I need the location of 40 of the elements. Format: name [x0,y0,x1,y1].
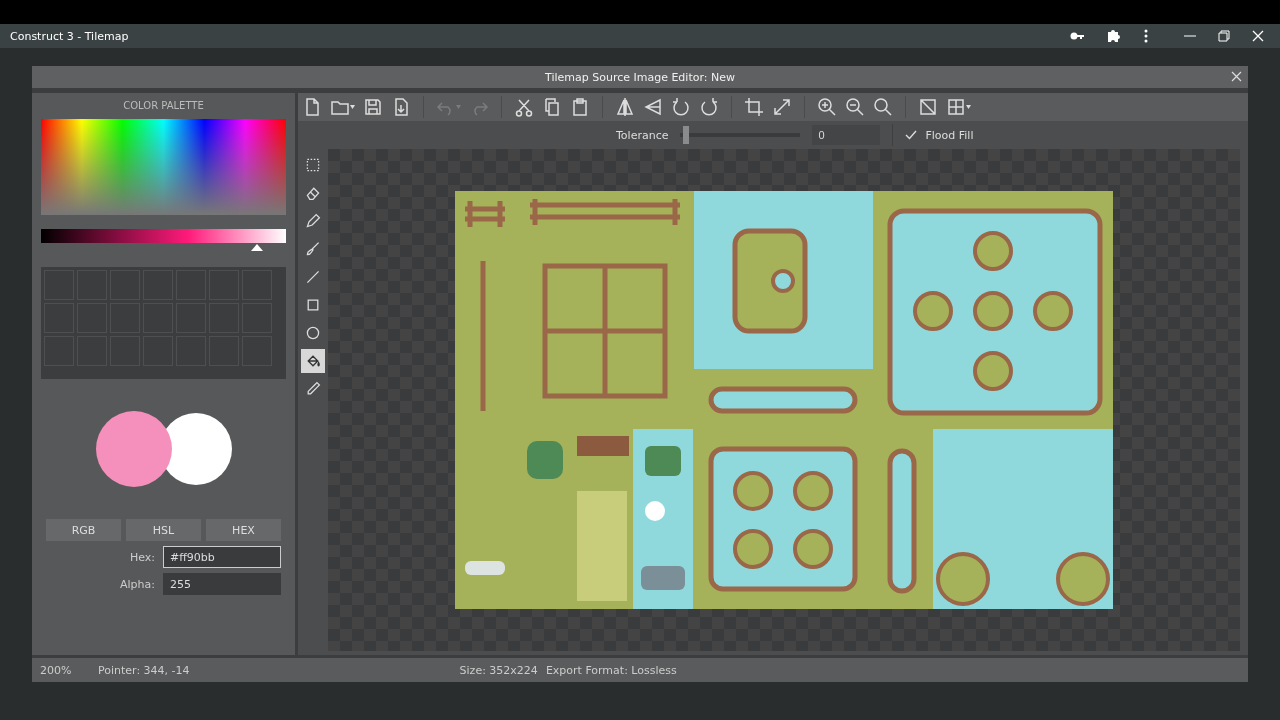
resize-icon[interactable] [772,97,792,117]
color-spectrum[interactable] [41,119,286,215]
field-label: Hex: [129,550,155,564]
panel-title: COLOR PALETTE [122,99,205,113]
key-icon[interactable] [1070,31,1084,41]
dialog-title: Tilemap Source Image Editor: New [545,70,735,84]
mode-button[interactable]: HSL [126,519,201,541]
pointer-position: Pointer: 344, -14 [98,663,190,677]
checkbox-label[interactable]: Flood Fill [925,128,974,142]
slider-thumb[interactable] [682,126,689,144]
puzzle-icon[interactable] [1106,28,1122,44]
flip-h-icon[interactable] [615,97,635,117]
zoom-level: 200% [39,663,73,677]
field-label: Alpha: [120,577,155,591]
crop-icon[interactable] [744,97,764,117]
export-format: Export Format: Lossless [545,663,677,677]
zoom-reset-icon[interactable] [873,97,893,117]
mode-button[interactable]: RGB [46,519,121,541]
image-size: Size: 352x224 [459,663,538,677]
tolerance-field[interactable]: 0 [812,125,881,145]
checkbox[interactable] [905,130,918,140]
restore-icon[interactable] [1218,30,1230,42]
tolerance-label: Tolerance [616,128,669,142]
app-title: Construct 3 - Tilemap [10,29,129,43]
color-mode-icon[interactable] [918,97,938,117]
input-field[interactable]: #ff90bb [163,546,281,568]
zoom-out-icon[interactable] [845,97,865,117]
zoom-in-icon[interactable] [817,97,837,117]
close-icon[interactable] [1231,71,1242,82]
save-icon[interactable] [363,97,383,117]
more-icon[interactable] [1144,29,1148,43]
mode-button[interactable]: HEX [206,519,281,541]
grid-icon[interactable] [946,97,971,117]
paste-icon[interactable] [570,97,590,117]
copy-icon[interactable] [542,97,562,117]
input-field[interactable]: 255 [163,573,281,595]
cut-icon[interactable] [514,97,534,117]
flip-v-icon[interactable] [643,97,663,117]
rotate-ccw-icon[interactable] [671,97,691,117]
rotate-cw-icon[interactable] [699,97,719,117]
